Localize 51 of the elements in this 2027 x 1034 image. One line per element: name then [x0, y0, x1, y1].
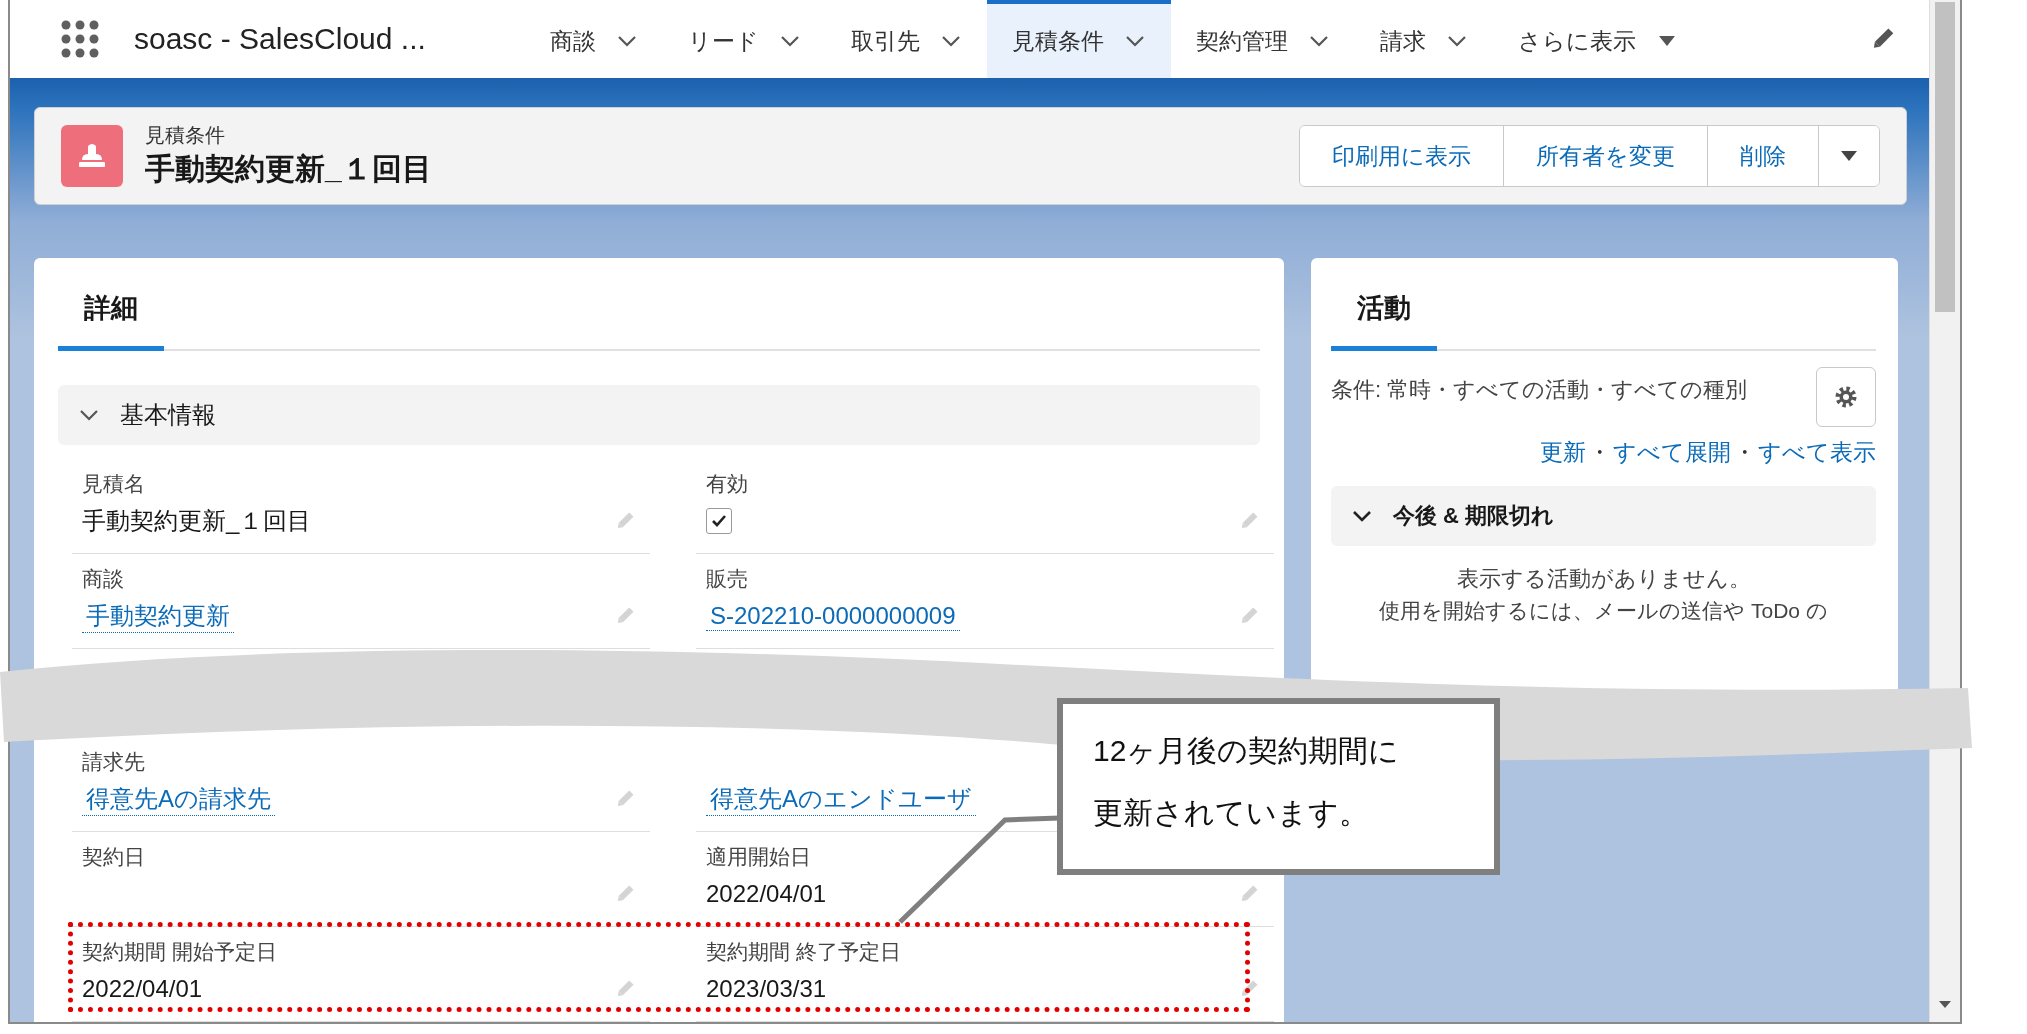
nav-tab[interactable]: 請求: [1355, 0, 1493, 78]
detail-tab[interactable]: 詳細: [58, 268, 164, 351]
section-title: 基本情報: [120, 400, 216, 430]
scrollbar-thumb[interactable]: [1935, 2, 1955, 312]
field-label: 商談: [82, 566, 124, 592]
record-type-label: 見積条件: [145, 123, 226, 148]
scrollbar[interactable]: [1929, 0, 1960, 1022]
nav-tab[interactable]: 見積条件: [987, 0, 1171, 78]
field-value: 2023/03/31: [706, 975, 827, 1003]
field-link[interactable]: S-202210-0000000009: [706, 601, 960, 631]
nav-tab[interactable]: 契約管理: [1171, 0, 1355, 78]
section-title: 今後 & 期限切れ: [1393, 502, 1555, 530]
empty-message: 表示する活動がありません。: [1455, 565, 1752, 593]
nav-tab[interactable]: 商談: [525, 0, 663, 78]
nav-tab[interactable]: リード: [663, 0, 826, 78]
field-link[interactable]: 得意先Aのエンドユーザ: [706, 782, 976, 816]
activity-tab[interactable]: 活動: [1331, 268, 1437, 351]
field-link[interactable]: 得意先Aの請求先: [82, 782, 275, 816]
separator-dot: ・: [1587, 438, 1612, 467]
field-label: 契約日: [82, 844, 145, 870]
field-label: 見積名: [82, 471, 145, 497]
record-type-icon: [61, 125, 123, 187]
field-label: 請求先: [82, 749, 145, 775]
section-header[interactable]: 基本情報: [58, 385, 1260, 445]
nav-tab[interactable]: さらに表示: [1493, 0, 1703, 78]
field-label: 契約期間 開始予定日: [82, 939, 277, 965]
activity-link[interactable]: すべて展開: [1613, 437, 1731, 468]
app-launcher-icon[interactable]: [60, 19, 100, 59]
app-name: soasc - SalesCloud ...: [134, 22, 426, 56]
field-label: 販売: [706, 566, 748, 592]
nav-tab[interactable]: 取引先: [826, 0, 987, 78]
field-link[interactable]: 手動契約更新: [82, 599, 234, 633]
field-label: 有効: [706, 471, 748, 497]
section-header[interactable]: 今後 & 期限切れ: [1331, 486, 1876, 546]
callout-note: 12ヶ月後の契約期間に更新されています。: [1093, 733, 1401, 831]
filter-text: 条件: 常時・すべての活動・すべての種別: [1331, 376, 1749, 404]
settings-icon: [1834, 385, 1858, 409]
settings-button[interactable]: [1816, 367, 1876, 427]
activity-link[interactable]: 更新: [1540, 437, 1586, 468]
action-button[interactable]: 印刷用に表示: [1300, 126, 1504, 186]
field-value: 2022/04/01: [82, 975, 203, 1003]
record-title: 手動契約更新_１回目: [145, 151, 433, 187]
checkbox[interactable]: [706, 508, 732, 534]
field-label: 契約期間 終了予定日: [706, 939, 901, 965]
field-value: 手動契約更新_１回目: [82, 506, 312, 536]
field-value: 2022/04/01: [706, 880, 827, 908]
separator-dot: ・: [1732, 438, 1757, 467]
activity-link[interactable]: すべて表示: [1758, 437, 1876, 468]
field-label: 適用開始日: [706, 844, 811, 870]
scroll-down-icon[interactable]: [1938, 1000, 1952, 1010]
help-text: 使用を開始するには、メールの送信や ToDo の: [1378, 598, 1829, 624]
